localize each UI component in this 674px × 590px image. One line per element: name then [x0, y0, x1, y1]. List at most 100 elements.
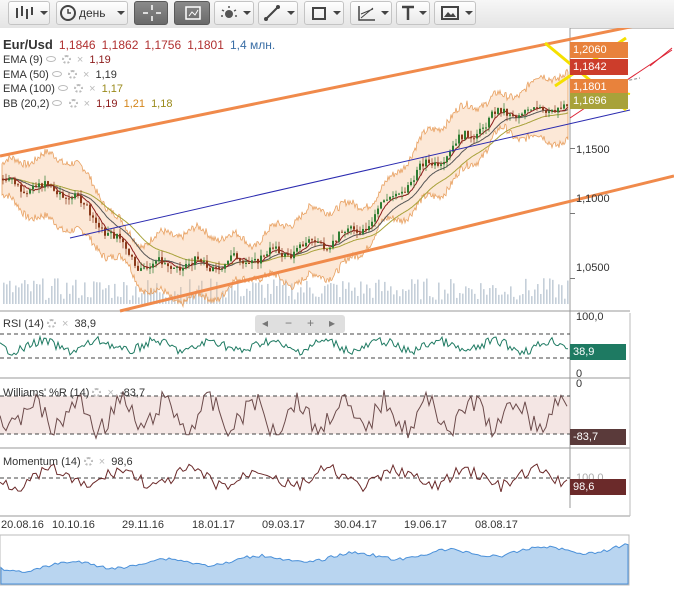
projection-line [649, 47, 673, 67]
candle-body [194, 256, 196, 265]
candle-body [134, 256, 136, 266]
volume-bar [264, 297, 266, 304]
x-tick-label: 19.06.17 [404, 519, 447, 531]
candle-body [155, 261, 157, 264]
ema9-label: EMA (9) [3, 54, 43, 66]
chart-svg [0, 16, 674, 586]
candle-body [317, 241, 319, 243]
candle-body [110, 232, 112, 234]
volume-bar [57, 278, 59, 304]
gear-icon[interactable] [61, 55, 71, 64]
close-icon[interactable]: × [83, 69, 89, 81]
candle-body [362, 228, 364, 234]
volume-bar [15, 285, 17, 304]
close-icon[interactable]: × [77, 54, 83, 66]
close-icon[interactable]: × [89, 83, 95, 95]
close-icon[interactable]: × [84, 98, 90, 110]
gear-icon[interactable] [46, 319, 56, 328]
bb-value-lower: 1,18 [151, 98, 173, 110]
candle-body [314, 240, 316, 243]
gear-icon[interactable] [83, 457, 93, 466]
candle-body [218, 267, 220, 269]
chart-area[interactable]: Eur/Usd 1,1846 1,1862 1,1756 1,1801 1,4 … [0, 16, 674, 587]
gear-icon[interactable] [74, 84, 84, 93]
volume-bar [102, 289, 104, 304]
fib-tool-button[interactable] [350, 1, 392, 25]
volume-bar [126, 285, 128, 304]
candle-body [527, 109, 529, 111]
volume-bar [54, 278, 56, 304]
candle-body [68, 198, 70, 200]
candle-body [185, 263, 187, 268]
volume-bar [483, 289, 485, 304]
volume-bar [60, 294, 62, 304]
candle-body [44, 181, 46, 188]
eye-icon[interactable] [57, 85, 68, 91]
candle-body [140, 268, 142, 271]
scroll-left-button[interactable]: ◂ [262, 316, 268, 330]
candle-body [521, 113, 523, 116]
period-select[interactable]: день [56, 1, 128, 25]
image-tool-button[interactable] [434, 1, 476, 25]
indicator-button[interactable] [174, 1, 210, 25]
close-icon[interactable]: × [99, 456, 105, 468]
candle-body [8, 178, 10, 181]
volume-bar [378, 279, 380, 304]
volume-bar [72, 285, 74, 304]
volume-bar [273, 279, 275, 304]
volume-bar [474, 293, 476, 304]
price-badge: 1,2060 [570, 42, 628, 58]
candle-body [74, 193, 76, 199]
fib-tool-icon [358, 6, 389, 21]
eye-icon[interactable] [45, 56, 56, 62]
volume-bar [471, 289, 473, 304]
settings-button[interactable] [214, 1, 254, 25]
candle-body [320, 241, 322, 243]
volume-bar [525, 278, 527, 304]
line-tool-button[interactable] [258, 1, 298, 25]
eye-icon[interactable] [52, 100, 63, 106]
candle-body [95, 217, 97, 223]
gear-icon[interactable] [68, 99, 78, 108]
close-icon[interactable]: × [108, 387, 114, 399]
volume-bar [507, 294, 509, 304]
gear-icon[interactable] [67, 70, 77, 79]
scroll-right-button[interactable]: ▸ [329, 316, 335, 330]
volume-bar [27, 284, 29, 304]
candle-body [263, 255, 265, 257]
volume-bar [48, 297, 50, 304]
candle-body [566, 104, 568, 106]
volume-bar [99, 282, 101, 304]
candle-body [416, 169, 418, 181]
volume-bar [75, 279, 77, 304]
volume-bar [312, 293, 314, 304]
volume-bar [279, 278, 281, 304]
candle-body [533, 107, 535, 110]
chart-navigation[interactable]: ◂ − + ▸ [255, 315, 345, 333]
candle-body [380, 202, 382, 209]
text-tool-button[interactable] [396, 1, 430, 25]
volume-bar [357, 295, 359, 304]
rsi-scale-top: 100,0 [576, 311, 604, 323]
candle-body [227, 260, 229, 265]
volume-bar [294, 299, 296, 304]
crosshair-button[interactable] [134, 1, 168, 25]
volume-bar [450, 279, 452, 304]
candle-body [494, 111, 496, 114]
zoom-out-button[interactable]: − [285, 316, 292, 330]
volume-bar [543, 278, 545, 304]
candle-body [32, 185, 34, 190]
eye-icon[interactable] [51, 71, 62, 77]
candle-body [251, 260, 253, 264]
candle-body [272, 247, 274, 249]
volume-bar [414, 283, 416, 304]
close-icon[interactable]: × [62, 318, 68, 330]
bb-label: BB (20,2) [3, 98, 50, 110]
shape-tool-button[interactable] [304, 1, 344, 25]
candle-body [167, 263, 169, 267]
zoom-in-button[interactable]: + [307, 316, 314, 330]
price-tick: 1,1500 [576, 144, 610, 156]
gear-icon[interactable] [92, 388, 102, 397]
volume-bar [135, 286, 137, 304]
bar-type-button[interactable] [8, 1, 50, 25]
